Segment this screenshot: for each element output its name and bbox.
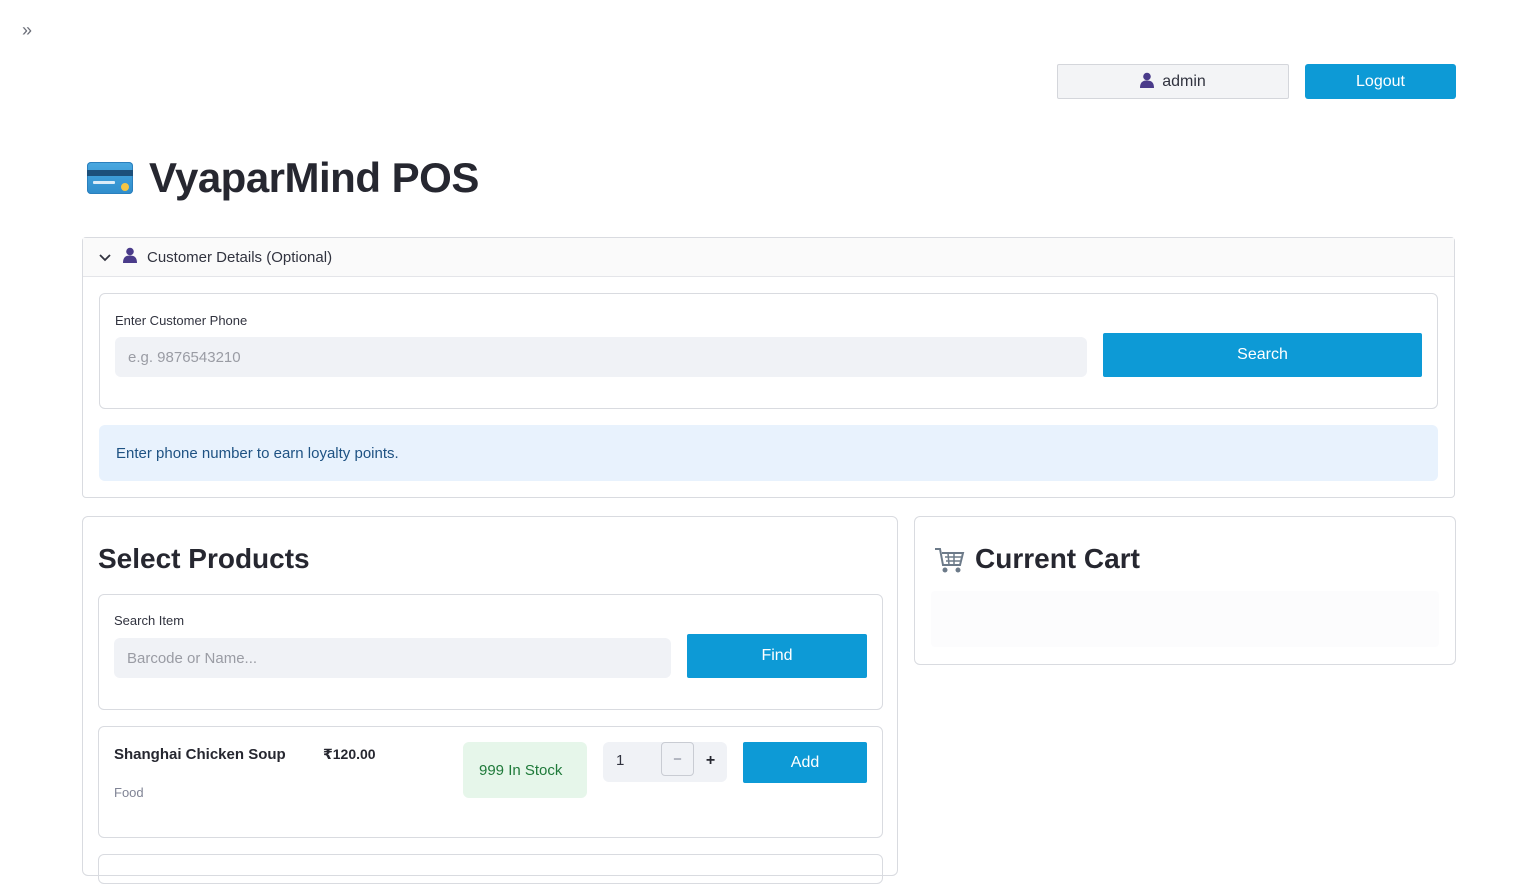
- person-icon: [1140, 72, 1155, 92]
- product-card: Shanghai Chicken Soup ₹120.00 Food 999 I…: [98, 726, 883, 838]
- product-card: [98, 854, 883, 884]
- loyalty-info-message: Enter phone number to earn loyalty point…: [99, 425, 1438, 481]
- quantity-stepper[interactable]: 1 − +: [603, 742, 727, 782]
- customer-phone-label: Enter Customer Phone: [115, 313, 248, 328]
- user-chip[interactable]: admin: [1057, 64, 1289, 99]
- sidebar-toggle-icon[interactable]: »: [22, 20, 44, 40]
- product-search-label: Search Item: [114, 613, 185, 628]
- cart-content-area: [931, 591, 1439, 647]
- product-price: ₹120.00: [323, 746, 376, 762]
- quantity-value[interactable]: 1: [616, 752, 624, 769]
- customer-details-label: Customer Details (Optional): [147, 248, 333, 266]
- decrement-button[interactable]: −: [661, 742, 694, 776]
- customer-details-expander: Customer Details (Optional) Enter Custom…: [82, 237, 1455, 498]
- shopping-cart-icon: [934, 547, 966, 582]
- person-icon: [123, 247, 137, 267]
- customer-phone-input[interactable]: [115, 337, 1087, 377]
- product-search-input[interactable]: [114, 638, 671, 678]
- product-name: Shanghai Chicken Soup: [114, 746, 286, 763]
- select-products-panel: Select Products Search Item Find Shangha…: [82, 516, 898, 884]
- user-name: admin: [1162, 72, 1206, 90]
- page-header: VyaparMind POS: [87, 152, 479, 204]
- select-products-title: Select Products: [98, 543, 310, 574]
- product-search-form: Search Item Find: [98, 594, 883, 710]
- stock-badge: 999 In Stock: [463, 742, 587, 798]
- add-to-cart-button[interactable]: Add: [743, 742, 867, 783]
- customer-details-header[interactable]: Customer Details (Optional): [83, 238, 1454, 277]
- page-title: VyaparMind POS: [149, 154, 479, 201]
- customer-phone-form: Enter Customer Phone Search: [99, 293, 1438, 409]
- chevron-down-icon: [99, 249, 113, 265]
- customer-search-button[interactable]: Search: [1103, 333, 1422, 377]
- logout-button[interactable]: Logout: [1305, 64, 1456, 99]
- current-cart-title: Current Cart: [975, 543, 1140, 574]
- find-button[interactable]: Find: [687, 634, 867, 678]
- current-cart-panel: Current Cart: [914, 516, 1456, 665]
- product-category: Food: [114, 785, 144, 800]
- increment-button[interactable]: +: [694, 742, 727, 780]
- credit-card-icon: [87, 162, 133, 194]
- top-bar: admin Logout: [0, 64, 1536, 100]
